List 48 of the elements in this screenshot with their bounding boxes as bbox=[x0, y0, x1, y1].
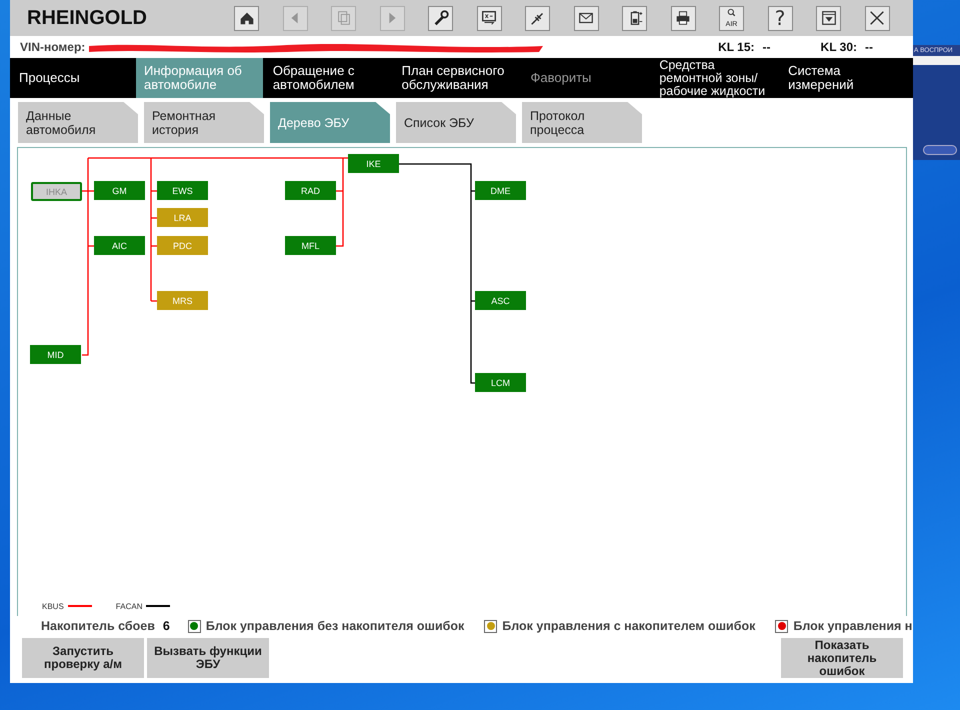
toolbar-button[interactable] bbox=[428, 6, 453, 30]
action-button[interactable]: Запустить проверку а/м bbox=[22, 638, 144, 678]
address-bar bbox=[913, 56, 960, 65]
kl-value: -- bbox=[762, 40, 771, 54]
bus-label: FACAN bbox=[116, 602, 142, 610]
toolbar-button[interactable] bbox=[622, 6, 647, 30]
toolbar-button[interactable] bbox=[525, 6, 550, 30]
printer-icon bbox=[674, 9, 692, 27]
legend-label: Блок управления без накопителя ошибок bbox=[206, 619, 464, 633]
ecu-node[interactable]: DME bbox=[475, 181, 526, 200]
toolbar-button[interactable] bbox=[234, 6, 259, 30]
action-button[interactable]: Вызвать функции ЭБУ bbox=[147, 638, 269, 678]
kl-value: -- bbox=[865, 40, 873, 54]
ecu-node[interactable]: AIC bbox=[94, 236, 145, 255]
ecu-node[interactable]: ASC bbox=[475, 291, 526, 310]
action-button[interactable]: Показать накопитель ошибок bbox=[781, 638, 903, 678]
ecu-node[interactable]: IKE bbox=[348, 154, 399, 173]
sub-tab[interactable]: Список ЭБУ bbox=[396, 102, 516, 143]
close-icon bbox=[868, 9, 886, 27]
ecu-node[interactable]: GM bbox=[94, 181, 145, 200]
toolbar-button[interactable] bbox=[574, 6, 598, 30]
help-button[interactable]: ? bbox=[768, 6, 792, 30]
kl-label: KL 15: bbox=[718, 40, 755, 54]
ecu-node[interactable]: EWS bbox=[157, 181, 208, 200]
vin-label: VIN-номер: bbox=[20, 40, 86, 54]
fault-memory-label: Накопитель сбоев bbox=[41, 619, 155, 633]
bus-label: KBUS bbox=[42, 602, 64, 610]
ecu-node[interactable]: LCM bbox=[475, 373, 526, 392]
ecu-node[interactable]: RAD bbox=[285, 181, 336, 200]
legend-label: Блок управления н bbox=[793, 619, 912, 633]
app-title: RHEINGOLD bbox=[27, 6, 148, 30]
toolbar-button[interactable] bbox=[670, 6, 696, 30]
fault-count: 6 bbox=[162, 619, 170, 633]
close-button[interactable] bbox=[864, 6, 890, 30]
sub-tab[interactable]: Дерево ЭБУ bbox=[270, 102, 390, 143]
dropdown-panel-icon bbox=[820, 9, 838, 27]
sub-tab[interactable]: Протокол процесса bbox=[522, 102, 642, 143]
ecu-node[interactable]: MID bbox=[30, 345, 81, 364]
ecu-node[interactable]: MFL bbox=[285, 236, 336, 255]
sub-tab[interactable]: Данные автомобиля bbox=[18, 102, 138, 143]
toolbar-button[interactable] bbox=[476, 6, 502, 30]
screen-icon bbox=[480, 9, 498, 27]
time-pill bbox=[923, 145, 957, 155]
kl-label: KL 30: bbox=[820, 40, 857, 54]
legend-label: Блок управления с накопителем ошибок bbox=[502, 619, 756, 633]
sub-tab[interactable]: Ремонтная история bbox=[144, 102, 264, 143]
nav-tab[interactable]: Информация об автомобиле bbox=[136, 58, 263, 98]
toolbar-button[interactable] bbox=[816, 6, 841, 30]
